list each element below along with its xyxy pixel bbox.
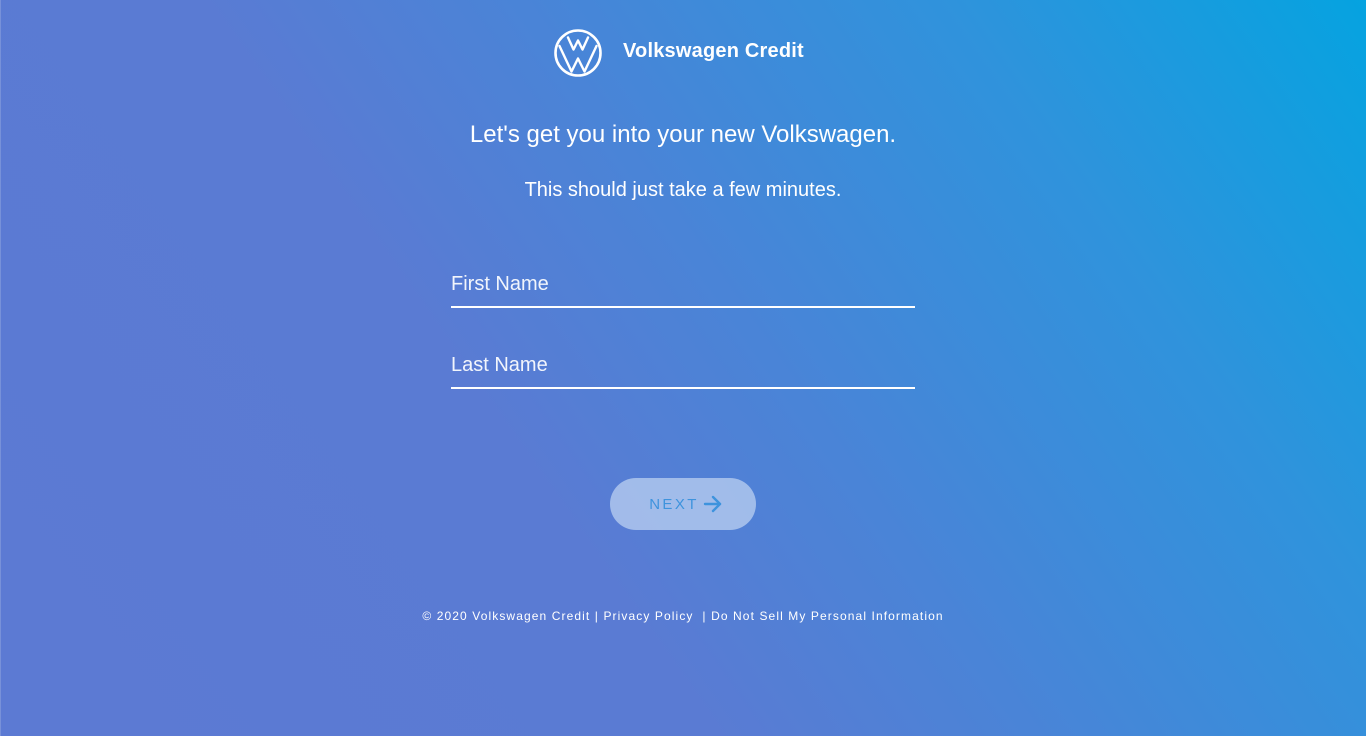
footer-separator: | bbox=[590, 609, 604, 623]
next-button-label: NEXT bbox=[649, 495, 699, 513]
last-name-input[interactable] bbox=[451, 347, 915, 383]
left-edge-line bbox=[0, 0, 1, 736]
first-name-field bbox=[451, 266, 915, 308]
arrow-right-icon bbox=[703, 495, 721, 513]
next-button[interactable]: NEXT bbox=[610, 478, 756, 530]
page-headline: Let's get you into your new Volkswagen. bbox=[469, 121, 897, 148]
vw-logo-icon bbox=[554, 29, 602, 77]
footer-separator: | bbox=[693, 609, 712, 623]
copyright-text: © 2020 Volkswagen Credit bbox=[422, 609, 591, 623]
brand-name: Volkswagen Credit bbox=[623, 40, 804, 62]
do-not-sell-link[interactable]: Do Not Sell My Personal Information bbox=[711, 609, 944, 623]
privacy-policy-link[interactable]: Privacy Policy bbox=[603, 609, 693, 623]
last-name-field bbox=[451, 347, 915, 389]
first-name-input[interactable] bbox=[451, 266, 915, 302]
page-subline: This should just take a few minutes. bbox=[524, 179, 842, 201]
header: Volkswagen Credit bbox=[0, 28, 1366, 78]
footer: © 2020 Volkswagen Credit | Privacy Polic… bbox=[0, 609, 1366, 623]
